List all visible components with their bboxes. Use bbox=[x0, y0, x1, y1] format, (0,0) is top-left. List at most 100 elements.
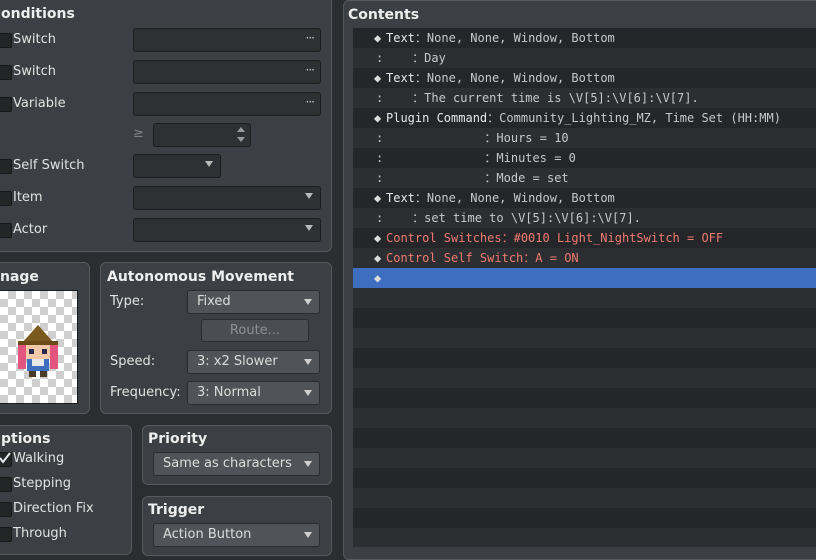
continuation-line: : ：Mode = set bbox=[376, 168, 569, 188]
speed-label: Speed: bbox=[110, 354, 156, 369]
command-row[interactable] bbox=[353, 508, 816, 528]
frequency-value: 3: Normal bbox=[197, 385, 261, 400]
chevron-down-icon bbox=[304, 461, 312, 467]
spin-down-icon[interactable] bbox=[237, 137, 245, 142]
command-row[interactable]: ◆ Control Switches：#0010 Light_NightSwitc… bbox=[353, 228, 816, 248]
type-value: Fixed bbox=[197, 294, 231, 309]
command-row[interactable] bbox=[353, 348, 816, 368]
chevron-down-icon bbox=[305, 193, 313, 199]
command-text: Control Switches：#0010 Light_NightSwitch… bbox=[386, 228, 723, 248]
command-row[interactable] bbox=[353, 388, 816, 408]
switch1-field[interactable]: ··· bbox=[133, 28, 321, 52]
command-args: Community_Lighting_MZ, Time Set (HH:MM) bbox=[499, 111, 781, 125]
item-select[interactable] bbox=[133, 186, 321, 210]
movement-title: Autonomous Movement bbox=[107, 269, 294, 285]
spin-up-icon[interactable] bbox=[237, 127, 245, 132]
command-separator: ： bbox=[487, 111, 500, 125]
conditions-title: onditions bbox=[1, 6, 75, 22]
command-row[interactable]: : ：Minutes = 0 bbox=[353, 148, 816, 168]
command-text: Plugin Command：Community_Lighting_MZ, Ti… bbox=[386, 108, 781, 128]
continuation-line: : ：set time to \V[5]:\V[6]:\V[7]. bbox=[376, 208, 641, 228]
command-separator: ： bbox=[412, 211, 425, 225]
command-separator: ： bbox=[412, 91, 425, 105]
switch2-field[interactable]: ··· bbox=[133, 60, 321, 84]
contents-title: Contents bbox=[348, 7, 420, 23]
command-separator: ： bbox=[414, 71, 427, 85]
frequency-select[interactable]: 3: Normal bbox=[187, 381, 320, 405]
command-row[interactable]: : ：Hours = 10 bbox=[353, 128, 816, 148]
type-select[interactable]: Fixed bbox=[187, 290, 320, 314]
speed-select[interactable]: 3: x2 Slower bbox=[187, 350, 320, 374]
item-label: Item bbox=[13, 190, 43, 205]
direction-fix-checkbox[interactable] bbox=[0, 502, 12, 517]
command-separator: ： bbox=[414, 31, 427, 45]
command-row[interactable]: ◆ bbox=[353, 268, 816, 288]
actor-select[interactable] bbox=[133, 218, 321, 242]
command-row[interactable]: : ：The current time is \V[5]:\V[6]:\V[7]… bbox=[353, 88, 816, 108]
command-args: The current time is \V[5]:\V[6]:\V[7]. bbox=[424, 91, 699, 105]
self-switch-checkbox[interactable] bbox=[0, 159, 12, 174]
character-image[interactable] bbox=[0, 290, 78, 404]
command-args: Day bbox=[424, 51, 446, 65]
through-checkbox[interactable] bbox=[0, 527, 12, 542]
command-row[interactable]: : ：set time to \V[5]:\V[6]:\V[7]. bbox=[353, 208, 816, 228]
event-command-list[interactable]: ◆ Text：None, None, Window, Bottom: ：Day ◆ T… bbox=[353, 28, 816, 547]
trigger-value: Action Button bbox=[163, 527, 252, 542]
command-row[interactable] bbox=[353, 468, 816, 488]
command-args: A = ON bbox=[535, 251, 579, 265]
ellipsis-icon: ··· bbox=[305, 63, 316, 77]
self-switch-label: Self Switch bbox=[13, 158, 85, 173]
switch2-checkbox[interactable] bbox=[0, 65, 12, 80]
command-name: Plugin Command bbox=[386, 111, 488, 125]
command-row[interactable] bbox=[353, 408, 816, 428]
command-row[interactable]: ◆ Plugin Command：Community_Lighting_MZ, T… bbox=[353, 108, 816, 128]
priority-title: Priority bbox=[148, 431, 208, 447]
command-args: #0010 Light_NightSwitch = OFF bbox=[513, 231, 724, 245]
ge-symbol: ≥ bbox=[133, 126, 144, 141]
check-icon bbox=[0, 452, 11, 464]
command-row[interactable] bbox=[353, 488, 816, 508]
command-row[interactable]: ◆ Text：None, None, Window, Bottom bbox=[353, 188, 816, 208]
command-separator: ： bbox=[484, 131, 497, 145]
switch1-label: Switch bbox=[13, 32, 56, 47]
command-row[interactable]: ◆ Control Self Switch：A = ON bbox=[353, 248, 816, 268]
command-name: Text bbox=[386, 31, 415, 45]
command-args: None, None, Window, Bottom bbox=[426, 31, 615, 45]
chevron-down-icon bbox=[304, 299, 312, 305]
stepping-checkbox[interactable] bbox=[0, 477, 12, 492]
command-row[interactable] bbox=[353, 328, 816, 348]
variable-field[interactable]: ··· bbox=[133, 92, 321, 116]
command-row[interactable] bbox=[353, 288, 816, 308]
command-args: Minutes = 0 bbox=[496, 151, 576, 165]
command-row[interactable]: ◆ Text：None, None, Window, Bottom bbox=[353, 28, 816, 48]
command-row[interactable]: : ：Day bbox=[353, 48, 816, 68]
command-row[interactable] bbox=[353, 368, 816, 388]
item-checkbox[interactable] bbox=[0, 191, 12, 206]
chevron-down-icon bbox=[304, 532, 312, 538]
direction-fix-label: Direction Fix bbox=[13, 501, 94, 516]
command-row[interactable] bbox=[353, 428, 816, 448]
route-button[interactable]: Route... bbox=[201, 319, 309, 342]
command-row[interactable] bbox=[353, 308, 816, 328]
variable-checkbox[interactable] bbox=[0, 97, 12, 112]
command-row[interactable] bbox=[353, 448, 816, 468]
self-switch-select[interactable] bbox=[133, 154, 221, 178]
priority-select[interactable]: Same as characters bbox=[153, 452, 320, 476]
actor-checkbox[interactable] bbox=[0, 223, 12, 238]
command-args: None, None, Window, Bottom bbox=[426, 71, 615, 85]
switch1-checkbox[interactable] bbox=[0, 33, 12, 48]
trigger-select[interactable]: Action Button bbox=[153, 523, 320, 547]
type-label: Type: bbox=[110, 294, 145, 309]
variable-label: Variable bbox=[13, 96, 66, 111]
command-row[interactable]: ◆ Text：None, None, Window, Bottom bbox=[353, 68, 816, 88]
stepping-label: Stepping bbox=[13, 476, 71, 491]
command-name: Control Switches bbox=[386, 231, 502, 245]
command-separator: ： bbox=[501, 231, 514, 245]
chevron-down-icon bbox=[304, 390, 312, 396]
command-row[interactable]: : ：Mode = set bbox=[353, 168, 816, 188]
variable-value-spinner[interactable] bbox=[153, 123, 251, 147]
diamond-icon: ◆ bbox=[374, 251, 382, 265]
command-row[interactable] bbox=[353, 528, 816, 547]
